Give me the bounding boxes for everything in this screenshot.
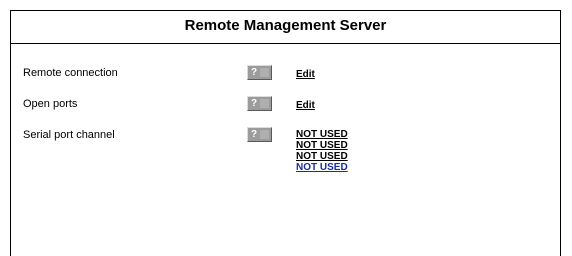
serial-port-1-link[interactable]: NOT USED: [296, 129, 348, 140]
open-ports-help-button[interactable]: ?: [247, 96, 272, 111]
help-pattern-icon: [260, 99, 269, 108]
open-ports-label: Open ports: [23, 98, 78, 110]
remote-connection-help-button[interactable]: ?: [247, 65, 272, 80]
serial-port-channel-label: Serial port channel: [23, 129, 115, 141]
help-pattern-icon: [260, 130, 269, 139]
help-pattern-icon: [260, 68, 269, 77]
serial-port-channel-help-button[interactable]: ?: [247, 127, 272, 142]
help-question-icon: ?: [251, 129, 258, 140]
serial-port-2-link[interactable]: NOT USED: [296, 140, 348, 151]
remote-management-panel: Remote Management Server Remote connecti…: [10, 10, 561, 256]
serial-port-4-link[interactable]: NOT USED: [296, 162, 348, 173]
help-question-icon: ?: [251, 67, 258, 78]
page-title: Remote Management Server: [184, 17, 387, 34]
remote-connection-label: Remote connection: [23, 67, 118, 79]
serial-port-3-link[interactable]: NOT USED: [296, 151, 348, 162]
title-divider: [11, 43, 560, 44]
help-question-icon: ?: [251, 98, 258, 109]
serial-port-links: NOT USED NOT USED NOT USED NOT USED: [296, 129, 348, 173]
remote-connection-edit-link[interactable]: Edit: [296, 69, 315, 80]
open-ports-edit-link[interactable]: Edit: [296, 100, 315, 111]
